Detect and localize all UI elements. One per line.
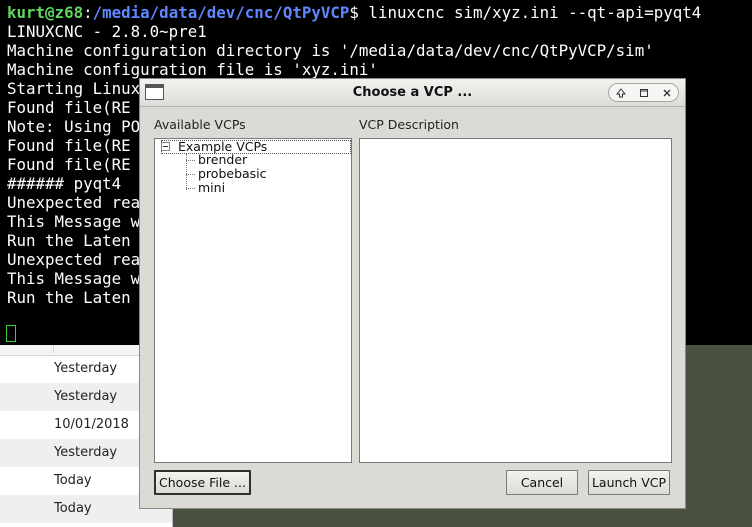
terminal-line: Unexpected rea xyxy=(7,250,141,269)
column-divider xyxy=(53,345,54,353)
terminal-cursor xyxy=(6,325,16,342)
vcp-tree[interactable]: Example VCPs brender probebasic mini xyxy=(154,138,352,463)
terminal-line: Found file(RE xyxy=(7,155,131,174)
file-date: Today xyxy=(54,473,92,488)
shade-icon[interactable] xyxy=(613,85,629,101)
choose-file-button[interactable]: Choose File ... xyxy=(154,470,251,495)
terminal-line: Run the Laten xyxy=(7,231,131,250)
tree-item-mini[interactable]: mini xyxy=(198,181,225,195)
available-vcps-label: Available VCPs xyxy=(154,117,246,132)
file-date: Yesterday xyxy=(54,389,118,404)
dialog-titlebar[interactable]: Choose a VCP ... xyxy=(140,79,685,107)
prompt-path: /media/data/dev/cnc/QtPyVCP xyxy=(92,3,350,22)
terminal-line: Starting Linux xyxy=(7,79,141,98)
terminal-prompt-line: kurt@z68:/media/data/dev/cnc/QtPyVCP$ li… xyxy=(7,3,701,22)
terminal-line: Found file(RE xyxy=(7,98,131,117)
vcp-description-label: VCP Description xyxy=(359,117,459,132)
file-date: Yesterday xyxy=(54,445,118,460)
file-date: Yesterday xyxy=(54,361,118,376)
collapse-icon[interactable] xyxy=(161,142,170,151)
dialog-title: Choose a VCP ... xyxy=(352,85,473,100)
terminal-line: LINUXCNC - 2.8.0~pre1 xyxy=(7,22,207,41)
vcp-description-box[interactable] xyxy=(359,138,672,463)
terminal-line: Machine configuration file is 'xyz.ini' xyxy=(7,60,378,79)
cancel-button[interactable]: Cancel xyxy=(506,470,578,495)
terminal-line: Run the Laten xyxy=(7,288,131,307)
terminal-line: Unexpected rea xyxy=(7,193,141,212)
tree-item-brender[interactable]: brender xyxy=(198,153,247,167)
choose-vcp-dialog: Choose a VCP ... Available VCPs VCP Desc… xyxy=(139,78,686,509)
terminal-line: Note: Using PO xyxy=(7,117,141,136)
prompt-separator: : xyxy=(83,3,93,22)
tree-branch-line xyxy=(186,160,195,161)
terminal-line: Found file(RE xyxy=(7,136,131,155)
launch-vcp-button[interactable]: Launch VCP xyxy=(588,470,670,495)
tree-branch-line xyxy=(186,174,195,175)
maximize-icon[interactable] xyxy=(636,85,652,101)
terminal-line: ###### pyqt4 xyxy=(7,174,122,193)
window-controls xyxy=(608,83,679,102)
tree-branch-line xyxy=(186,188,195,189)
tree-item-probebasic[interactable]: probebasic xyxy=(198,167,267,181)
prompt-user: kurt@z68 xyxy=(7,3,84,22)
prompt-command: $ linuxcnc sim/xyz.ini --qt-api=pyqt4 xyxy=(349,3,702,22)
file-date: 10/01/2018 xyxy=(54,417,129,432)
terminal-line: This Message w xyxy=(7,269,141,288)
file-date: Today xyxy=(54,501,92,516)
terminal-line: This Message w xyxy=(7,212,141,231)
terminal-line: Machine configuration directory is '/med… xyxy=(7,41,654,60)
close-icon[interactable] xyxy=(659,85,675,101)
